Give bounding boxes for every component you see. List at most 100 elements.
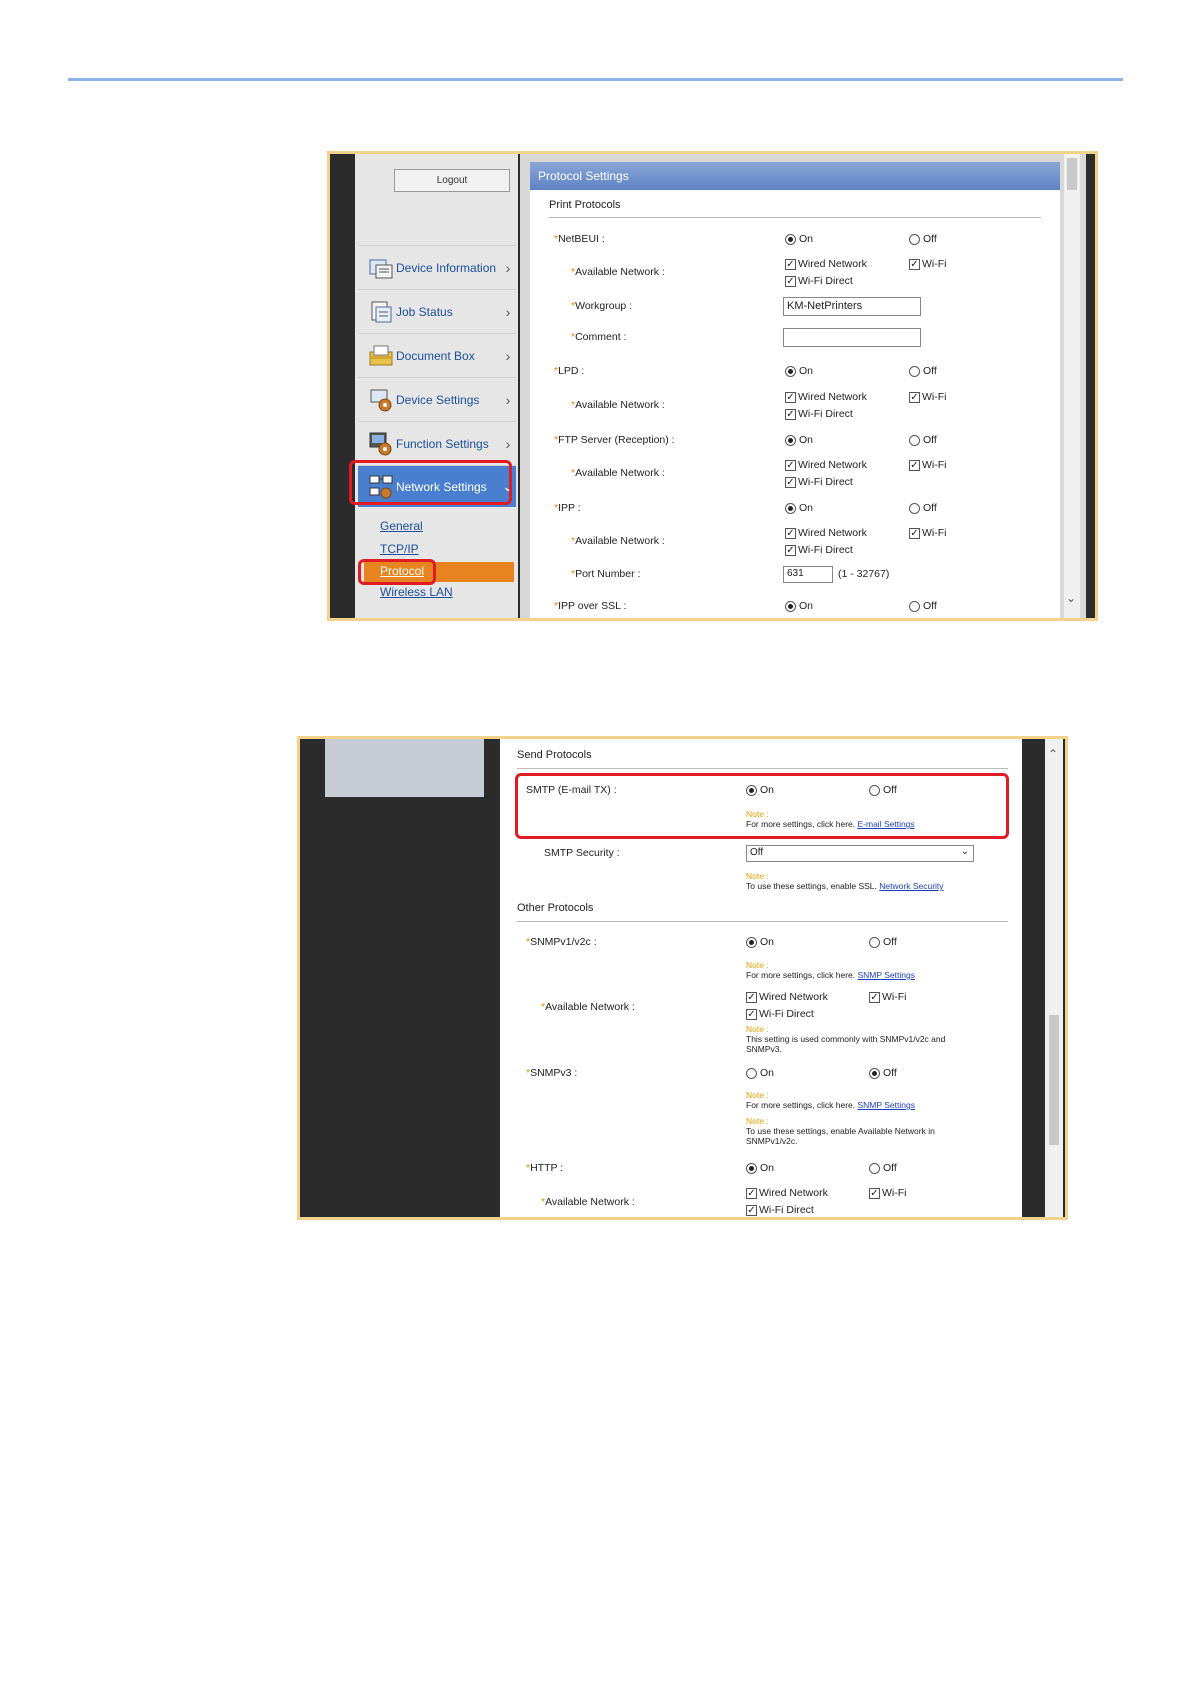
snmpv3-off-radio[interactable]: Off xyxy=(869,1067,897,1079)
section-other-protocols: Other Protocols xyxy=(517,902,594,914)
ipp-ssl-off-radio[interactable]: Off xyxy=(909,600,937,612)
ftp-on-radio[interactable]: On xyxy=(785,434,813,446)
document-box-icon xyxy=(368,343,394,369)
highlight-network-settings xyxy=(349,460,512,505)
netbeui-available-label: *Available Network : xyxy=(571,266,665,278)
main-panel: Protocol Settings Print Protocols *NetBE… xyxy=(520,154,1086,618)
http-wifi-direct-checkbox[interactable]: ✓ Wi-Fi Direct xyxy=(746,1204,814,1216)
workgroup-input[interactable]: KM-NetPrinters xyxy=(783,297,921,316)
section-send-protocols: Send Protocols xyxy=(517,749,592,761)
comment-input[interactable] xyxy=(783,328,921,347)
send-protocols-screenshot: Send Protocols SMTP (E-mail TX) : On Off… xyxy=(297,736,1068,1220)
ssl-note: Note : To use these settings, enable SSL.… xyxy=(746,871,944,891)
http-wired-checkbox[interactable]: ✓ Wired Network xyxy=(746,1187,828,1199)
port-number-input[interactable]: 631 xyxy=(783,566,833,583)
scroll-up-icon[interactable]: ⌃ xyxy=(1048,747,1058,761)
netbeui-on-radio[interactable]: On xyxy=(785,233,813,245)
ipp-label: *IPP : xyxy=(554,502,581,514)
lpd-available-label: *Available Network : xyxy=(571,399,665,411)
chevron-right-icon: › xyxy=(505,259,511,276)
ipp-on-radio[interactable]: On xyxy=(785,502,813,514)
chevron-right-icon: › xyxy=(505,391,511,408)
highlight-protocol xyxy=(358,559,436,585)
snmpv1-available-label: *Available Network : xyxy=(541,1001,635,1013)
chevron-right-icon: › xyxy=(505,347,511,364)
snmpv3-settings-link[interactable]: SNMP Settings xyxy=(858,1100,915,1110)
snmpv3-available-note: Note : To use these settings, enable Avai… xyxy=(746,1116,935,1146)
ipp-off-radio[interactable]: Off xyxy=(909,502,937,514)
subnav-tcpip[interactable]: TCP/IP xyxy=(380,542,419,556)
lpd-on-radio[interactable]: On xyxy=(785,365,813,377)
sidebar-panel xyxy=(325,739,484,797)
nav-device-information[interactable]: Device Information › xyxy=(358,245,516,289)
snmpv1-wired-checkbox[interactable]: ✓ Wired Network xyxy=(746,991,828,1003)
ipp-available-label: *Available Network : xyxy=(571,535,665,547)
device-info-icon xyxy=(368,255,394,281)
chevron-down-icon: ⌄ xyxy=(960,846,969,857)
snmpv3-label: *SNMPv3 : xyxy=(526,1067,578,1079)
email-settings-link[interactable]: E-mail Settings xyxy=(858,819,915,829)
nav-device-settings[interactable]: Device Settings › xyxy=(358,377,516,421)
chevron-right-icon: › xyxy=(505,303,511,320)
smtp-note: Note : For more settings, click here. E-m… xyxy=(746,809,915,829)
logout-button[interactable]: Logout xyxy=(394,169,510,192)
smtp-label: SMTP (E-mail TX) : xyxy=(526,784,617,796)
ipp-wired-checkbox[interactable]: ✓ Wired Network xyxy=(785,527,867,539)
smtp-security-label: SMTP Security : xyxy=(544,847,620,859)
snmpv1-off-radio[interactable]: Off xyxy=(869,936,897,948)
ipp-ssl-on-radio[interactable]: On xyxy=(785,600,813,612)
http-on-radio[interactable]: On xyxy=(746,1162,774,1174)
snmpv1-on-radio[interactable]: On xyxy=(746,936,774,948)
ftp-available-label: *Available Network : xyxy=(571,467,665,479)
netbeui-wifi-checkbox[interactable]: ✓ Wi-Fi xyxy=(909,258,947,270)
nav-job-status[interactable]: Job Status › xyxy=(358,289,516,333)
port-number-label: *Port Number : xyxy=(571,568,641,580)
subnav-wireless-lan[interactable]: Wireless LAN xyxy=(380,585,453,599)
common-setting-note: Note : This setting is used commonly with… xyxy=(746,1024,946,1054)
ftp-label: *FTP Server (Reception) : xyxy=(554,434,675,446)
lpd-wired-checkbox[interactable]: ✓ Wired Network xyxy=(785,391,867,403)
snmp-settings-link[interactable]: SNMP Settings xyxy=(858,970,915,980)
lpd-wifi-direct-checkbox[interactable]: ✓ Wi-Fi Direct xyxy=(785,408,853,420)
nav-function-settings[interactable]: Function Settings › xyxy=(358,421,516,465)
lpd-wifi-checkbox[interactable]: ✓ Wi-Fi xyxy=(909,391,947,403)
snmpv1-wifi-checkbox[interactable]: ✓ Wi-Fi xyxy=(869,991,907,1003)
smtp-security-select[interactable]: Off ⌄ xyxy=(746,845,974,862)
http-wifi-checkbox[interactable]: ✓ Wi-Fi xyxy=(869,1187,907,1199)
snmpv1-wifi-direct-checkbox[interactable]: ✓ Wi-Fi Direct xyxy=(746,1008,814,1020)
scrollbar[interactable]: ⌃ xyxy=(1045,739,1063,1217)
lpd-off-radio[interactable]: Off xyxy=(909,365,937,377)
nav-document-box[interactable]: Document Box › xyxy=(358,333,516,377)
network-security-link[interactable]: Network Security xyxy=(879,881,943,891)
page-title: Protocol Settings xyxy=(530,162,1060,190)
ftp-wifi-direct-checkbox[interactable]: ✓ Wi-Fi Direct xyxy=(785,476,853,488)
ipp-ssl-label: *IPP over SSL : xyxy=(554,600,627,612)
header-rule xyxy=(68,78,1123,81)
comment-label: *Comment : xyxy=(571,331,627,343)
snmpv3-note: Note : For more settings, click here. SNM… xyxy=(746,1090,915,1110)
job-status-icon xyxy=(368,299,394,325)
ftp-wired-checkbox[interactable]: ✓ Wired Network xyxy=(785,459,867,471)
netbeui-wifi-direct-checkbox[interactable]: ✓ Wi-Fi Direct xyxy=(785,275,853,287)
subnav-general[interactable]: General xyxy=(380,519,423,533)
netbeui-label: *NetBEUI : xyxy=(554,233,605,245)
scroll-down-icon[interactable]: ⌄ xyxy=(1066,591,1076,605)
ftp-off-radio[interactable]: Off xyxy=(909,434,937,446)
snmpv1-label: *SNMPv1/v2c : xyxy=(526,936,597,948)
smtp-on-radio[interactable]: On xyxy=(746,784,774,796)
netbeui-wired-checkbox[interactable]: ✓ Wired Network xyxy=(785,258,867,270)
smtp-off-radio[interactable]: Off xyxy=(869,784,897,796)
netbeui-off-radio[interactable]: Off xyxy=(909,233,937,245)
chevron-right-icon: › xyxy=(505,435,511,452)
main-panel: Send Protocols SMTP (E-mail TX) : On Off… xyxy=(500,739,1022,1217)
protocol-settings-screenshot: Logout Device Information › Job Status ›… xyxy=(327,151,1098,621)
ftp-wifi-checkbox[interactable]: ✓ Wi-Fi xyxy=(909,459,947,471)
scrollbar[interactable] xyxy=(1064,154,1080,618)
snmpv3-on-radio[interactable]: On xyxy=(746,1067,774,1079)
ipp-wifi-direct-checkbox[interactable]: ✓ Wi-Fi Direct xyxy=(785,544,853,556)
http-off-radio[interactable]: Off xyxy=(869,1162,897,1174)
lpd-label: *LPD : xyxy=(554,365,585,377)
ipp-wifi-checkbox[interactable]: ✓ Wi-Fi xyxy=(909,527,947,539)
http-available-label: *Available Network : xyxy=(541,1196,635,1208)
snmpv1-note: Note : For more settings, click here. SNM… xyxy=(746,960,915,980)
